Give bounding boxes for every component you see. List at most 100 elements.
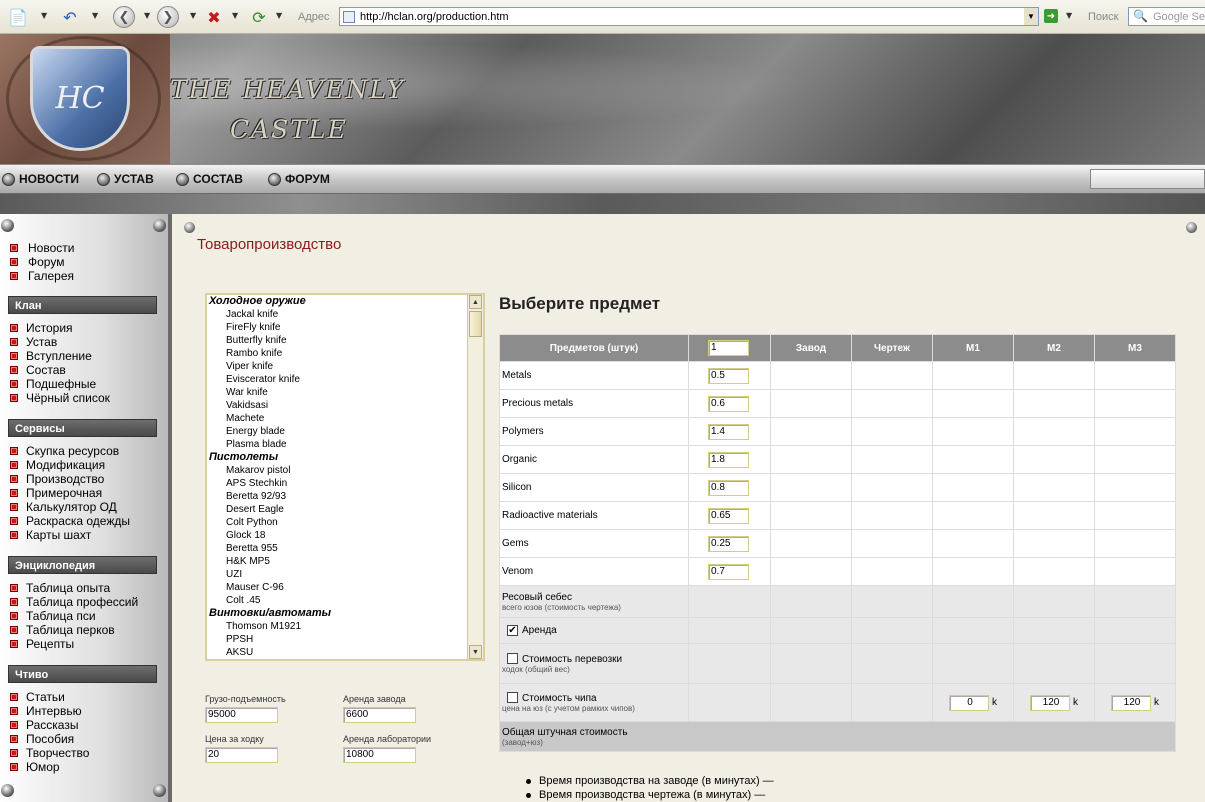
- item-option[interactable]: PPSH: [207, 633, 483, 646]
- sidebar-item[interactable]: Раскраска одежды: [0, 514, 172, 528]
- rent-checkbox[interactable]: ✔: [507, 624, 518, 636]
- item-option[interactable]: Desert Eagle: [207, 503, 483, 516]
- item-option[interactable]: AKSU: [207, 646, 483, 659]
- nav-charter[interactable]: УСТАВ: [97, 172, 154, 186]
- search-input[interactable]: 🔍 Google Se: [1128, 7, 1205, 26]
- sidebar-item[interactable]: Интервью: [0, 704, 172, 718]
- item-option[interactable]: Energy blade: [207, 425, 483, 438]
- capacity-input[interactable]: 95000: [205, 707, 278, 723]
- sidebar-item-news[interactable]: Новости: [0, 241, 172, 255]
- scroll-up-icon[interactable]: ▲: [469, 295, 482, 309]
- item-option[interactable]: Mauser C-96: [207, 581, 483, 594]
- go-arrow-icon[interactable]: ➜: [1044, 9, 1058, 23]
- sidebar-item[interactable]: Статьи: [0, 690, 172, 704]
- lab-rent-input[interactable]: 10800: [343, 747, 416, 763]
- address-bar[interactable]: http://hclan.org/production.htm ▼: [339, 7, 1039, 26]
- sidebar-item[interactable]: Творчество: [0, 746, 172, 760]
- scroll-down-icon[interactable]: ▼: [469, 645, 482, 659]
- nav-forum[interactable]: ФОРУМ: [268, 172, 330, 186]
- item-option[interactable]: Machete: [207, 412, 483, 425]
- resource-amount-input[interactable]: 0.65: [708, 507, 749, 524]
- sidebar-item[interactable]: Пособия: [0, 732, 172, 746]
- item-option[interactable]: War knife: [207, 386, 483, 399]
- sidebar-item[interactable]: Производство: [0, 472, 172, 486]
- item-option[interactable]: Makarov pistol: [207, 464, 483, 477]
- item-option[interactable]: H&K MP5: [207, 555, 483, 568]
- sidebar-item[interactable]: Состав: [0, 363, 172, 377]
- chevron-down-icon[interactable]: ▼: [144, 11, 150, 20]
- sidebar-item[interactable]: Вступление: [0, 349, 172, 363]
- item-option[interactable]: Jackal knife: [207, 308, 483, 321]
- item-option[interactable]: Colt Python: [207, 516, 483, 529]
- sidebar-item[interactable]: Рассказы: [0, 718, 172, 732]
- bullet-icon: [10, 258, 18, 266]
- sidebar-item[interactable]: Подшефные: [0, 377, 172, 391]
- item-option[interactable]: Viper knife: [207, 360, 483, 373]
- sidebar-item[interactable]: История: [0, 321, 172, 335]
- address-url[interactable]: http://hclan.org/production.htm: [360, 11, 509, 23]
- list-scrollbar[interactable]: ▲ ▼: [467, 295, 483, 659]
- forward-button[interactable]: ❯: [156, 5, 180, 29]
- back-button[interactable]: ❮: [112, 5, 136, 29]
- sidebar-item[interactable]: Юмор: [0, 760, 172, 774]
- stop-icon[interactable]: ✖: [202, 5, 226, 29]
- chip-m1-input[interactable]: 0: [949, 694, 989, 711]
- item-option[interactable]: Rambo knife: [207, 347, 483, 360]
- resource-amount-input[interactable]: 0.25: [708, 535, 749, 552]
- item-option[interactable]: Plasma blade: [207, 438, 483, 451]
- move-price-input[interactable]: 20: [205, 747, 278, 763]
- nav-members[interactable]: СОСТАВ: [176, 172, 243, 186]
- item-option[interactable]: Thomson M1921: [207, 620, 483, 633]
- logo-shield[interactable]: HC: [30, 46, 130, 151]
- sidebar-item[interactable]: Таблица пси: [0, 609, 172, 623]
- resource-amount-input[interactable]: 0.7: [708, 563, 749, 580]
- chevron-down-icon[interactable]: ▼: [1066, 11, 1072, 20]
- undo-icon[interactable]: ↶: [58, 5, 82, 29]
- sidebar-item[interactable]: Таблица перков: [0, 623, 172, 637]
- item-option[interactable]: Vakidsasi: [207, 399, 483, 412]
- factory-rent-input[interactable]: 6600: [343, 707, 416, 723]
- resource-amount-input[interactable]: 0.5: [708, 367, 749, 384]
- nav-news[interactable]: НОВОСТИ: [2, 172, 79, 186]
- sidebar-item[interactable]: Калькулятор ОД: [0, 500, 172, 514]
- sidebar-item-forum[interactable]: Форум: [0, 255, 172, 269]
- item-option[interactable]: UZI: [207, 568, 483, 581]
- sidebar-item[interactable]: Таблица профессий: [0, 595, 172, 609]
- sidebar-item[interactable]: Модификация: [0, 458, 172, 472]
- sidebar-item-gallery[interactable]: Галерея: [0, 269, 172, 283]
- item-option[interactable]: APS Stechkin: [207, 477, 483, 490]
- resource-amount-input[interactable]: 1.8: [708, 451, 749, 468]
- sidebar-item[interactable]: Чёрный список: [0, 391, 172, 405]
- item-option[interactable]: Colt .45: [207, 594, 483, 607]
- item-option[interactable]: Beretta 955: [207, 542, 483, 555]
- sidebar-item[interactable]: Примерочная: [0, 486, 172, 500]
- sidebar-item[interactable]: Таблица опыта: [0, 581, 172, 595]
- item-option[interactable]: Eviscerator knife: [207, 373, 483, 386]
- chevron-down-icon[interactable]: ▼: [41, 11, 47, 20]
- sidebar-item[interactable]: Скупка ресурсов: [0, 444, 172, 458]
- chip-m2-input[interactable]: 120: [1030, 694, 1070, 711]
- sidebar-item[interactable]: Рецепты: [0, 637, 172, 651]
- item-option[interactable]: Butterfly knife: [207, 334, 483, 347]
- resource-amount-input[interactable]: 1.4: [708, 423, 749, 440]
- quantity-input[interactable]: 1: [708, 340, 749, 356]
- resource-amount-input[interactable]: 0.8: [708, 479, 749, 496]
- chevron-down-icon[interactable]: ▼: [92, 11, 98, 20]
- chevron-down-icon[interactable]: ▼: [1024, 8, 1038, 25]
- item-option[interactable]: FireFly knife: [207, 321, 483, 334]
- sidebar-item[interactable]: Устав: [0, 335, 172, 349]
- chip-m3-input[interactable]: 120: [1111, 694, 1151, 711]
- scroll-thumb[interactable]: [469, 311, 482, 337]
- chevron-down-icon[interactable]: ▼: [276, 11, 282, 20]
- new-page-icon[interactable]: 📄: [6, 5, 30, 29]
- sidebar-item[interactable]: Карты шахт: [0, 528, 172, 542]
- refresh-icon[interactable]: ⟳: [247, 5, 271, 29]
- chevron-down-icon[interactable]: ▼: [190, 11, 196, 20]
- resource-amount-input[interactable]: 0.6: [708, 395, 749, 412]
- chevron-down-icon[interactable]: ▼: [232, 11, 238, 20]
- item-select-list[interactable]: Холодное оружие Jackal knife FireFly knife…: [205, 293, 485, 661]
- item-option[interactable]: Glock 18: [207, 529, 483, 542]
- transport-checkbox[interactable]: [507, 653, 518, 665]
- item-option[interactable]: Beretta 92/93: [207, 490, 483, 503]
- chip-checkbox[interactable]: [507, 692, 518, 704]
